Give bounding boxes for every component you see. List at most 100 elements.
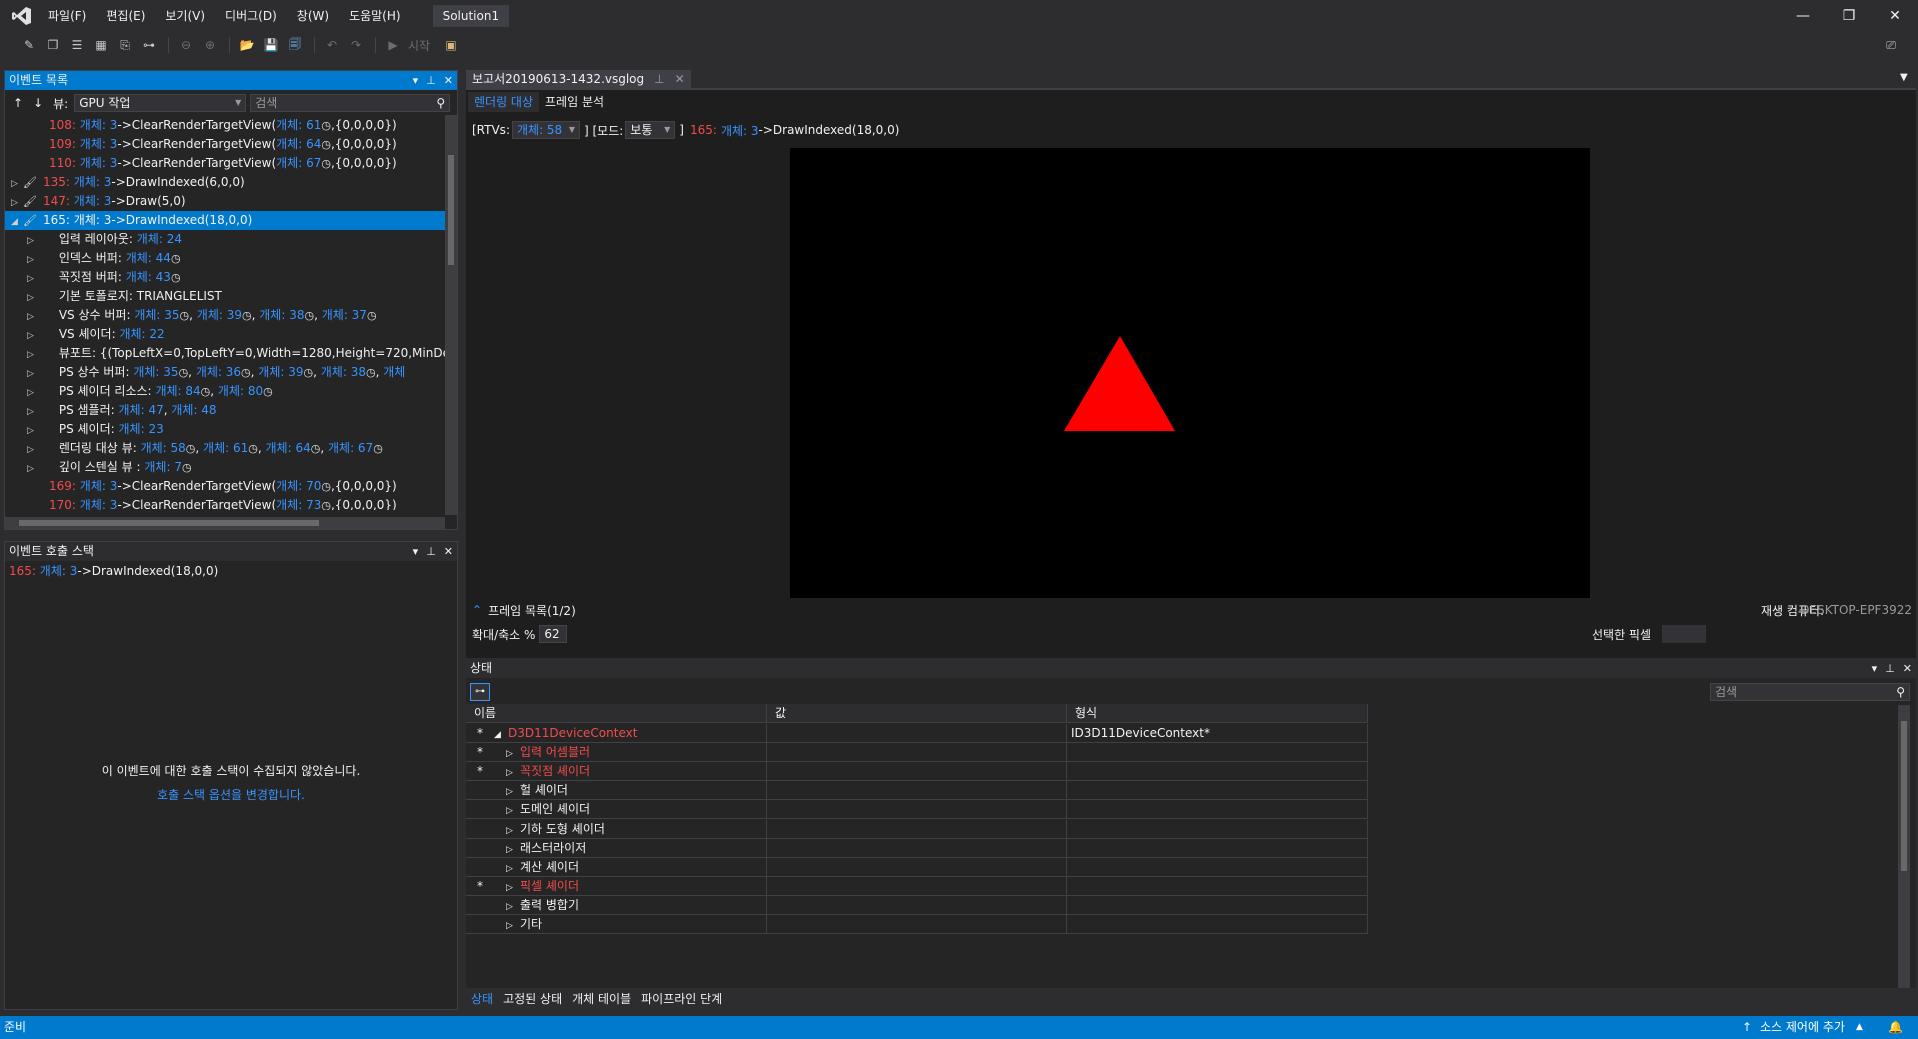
state-row[interactable]: * ▷ 꼭짓점 셰이더	[466, 762, 1368, 782]
pin-icon[interactable]: ⊥	[426, 542, 436, 561]
pin-icon[interactable]: ⊥	[426, 71, 436, 90]
object-link[interactable]: 개체: 35	[134, 308, 179, 322]
undo-icon[interactable]: ↶	[321, 34, 343, 56]
pin-icon[interactable]: ⊥	[654, 70, 664, 88]
object-link[interactable]: 개체: 3	[80, 498, 118, 510]
menu-help[interactable]: 도움말(H)	[339, 0, 411, 32]
event-child-row[interactable]: ▷ PS 샘플러: 개체: 47, 개체: 48	[5, 401, 445, 420]
event-row[interactable]: 110: 개체: 3->ClearRenderTargetView(개체: 67…	[5, 154, 445, 173]
object-link[interactable]: 개체: 84	[155, 384, 200, 398]
dropdown-icon[interactable]: ▾	[413, 71, 419, 90]
history-clock-icon[interactable]: ◷	[180, 309, 190, 322]
menu-file[interactable]: 파일(F)	[38, 0, 96, 32]
expand-arrow-icon[interactable]: ▷	[27, 422, 39, 439]
history-clock-icon[interactable]: ◷	[171, 271, 181, 284]
object-link[interactable]: 개체: 7	[144, 460, 182, 474]
object-link[interactable]: 개체: 39	[258, 365, 303, 379]
expand-arrow-icon[interactable]: ▷	[11, 175, 23, 192]
event-list-horizontal-scrollbar[interactable]	[5, 517, 445, 529]
state-row[interactable]: ▷ 기하 도형 셰이더	[466, 819, 1368, 839]
visual-studio-logo-icon[interactable]	[6, 0, 38, 32]
menu-window[interactable]: 창(W)	[287, 0, 339, 32]
object-link[interactable]: 개체: 47	[119, 403, 164, 417]
object-link[interactable]: 개체: 23	[119, 422, 164, 436]
history-clock-icon[interactable]: ◷	[304, 309, 314, 322]
forward-icon[interactable]: ⊕	[199, 34, 221, 56]
feedback-icon[interactable]: ⎚	[1880, 34, 1902, 56]
scrollbar-thumb[interactable]	[448, 155, 454, 265]
notification-bell-icon[interactable]: 🔔	[1888, 1016, 1903, 1039]
rtv-combo[interactable]: 개체: 58 ▼	[511, 121, 580, 139]
expand-arrow-icon[interactable]: ▷	[506, 841, 520, 858]
event-row[interactable]: 169: 개체: 3->ClearRenderTargetView(개체: 70…	[5, 477, 445, 496]
restore-button[interactable]: ❐	[1826, 0, 1872, 32]
history-clock-icon[interactable]: ◷	[321, 499, 331, 510]
event-child-row[interactable]: ▷ PS 셰이더: 개체: 23	[5, 420, 445, 439]
object-link[interactable]: 개체: 24	[137, 232, 182, 246]
history-clock-icon[interactable]: ◷	[321, 157, 331, 170]
event-child-row[interactable]: ▷ 기본 토폴로지: TRIANGLELIST	[5, 287, 445, 306]
object-link[interactable]: 개체: 58	[141, 441, 186, 455]
object-link[interactable]: 개체: 67	[328, 441, 373, 455]
tab-render-target[interactable]: 렌더링 대상	[468, 92, 540, 112]
tab-pinned-state[interactable]: 고정된 상태	[498, 988, 567, 1010]
state-row[interactable]: ▷ 기타	[466, 915, 1368, 934]
object-link[interactable]: 개체: 39	[197, 308, 242, 322]
mode-combo[interactable]: 보통 ▼	[625, 121, 676, 139]
table-view-icon[interactable]: ▦	[90, 34, 112, 56]
collapse-arrow-icon[interactable]: ◢	[494, 726, 508, 743]
object-link[interactable]: 개체: 80	[218, 384, 263, 398]
expand-arrow-icon[interactable]: ▷	[27, 289, 39, 306]
expand-arrow-icon[interactable]: ▷	[27, 403, 39, 420]
history-clock-icon[interactable]: ◷	[321, 138, 331, 151]
scrollbar-thumb[interactable]	[19, 520, 319, 526]
history-clock-icon[interactable]: ◷	[179, 366, 189, 379]
object-link[interactable]: 개체: 3	[74, 213, 112, 227]
event-child-row[interactable]: ▷ 입력 레이아웃: 개체: 24	[5, 230, 445, 249]
expand-arrow-icon[interactable]: ▷	[27, 251, 39, 268]
event-child-row[interactable]: ▷ VS 상수 버퍼: 개체: 35◷, 개체: 39◷, 개체: 38◷, 개…	[5, 306, 445, 325]
object-link[interactable]: 개체: 22	[119, 327, 164, 341]
start-icon[interactable]: ▶	[382, 34, 404, 56]
object-link[interactable]: 개체: 61	[276, 118, 321, 132]
history-clock-icon[interactable]: ◷	[182, 461, 192, 474]
frame-list-label[interactable]: 프레임 목록(1/2)	[488, 602, 576, 619]
history-clock-icon[interactable]: ◷	[367, 309, 377, 322]
object-link[interactable]: 개체: 3	[40, 564, 78, 578]
tab-pipeline-stages[interactable]: 파이프라인 단계	[636, 988, 727, 1010]
document-tab[interactable]: 보고서20190613-1432.vsglog ⊥ ✕	[466, 70, 691, 88]
call-stack-options-link[interactable]: 호출 스택 옵션을 변경합니다.	[5, 786, 457, 803]
event-child-row[interactable]: ▷ PS 셰이더 리소스: 개체: 84◷, 개체: 80◷	[5, 382, 445, 401]
history-clock-icon[interactable]: ◷	[304, 366, 314, 379]
state-row[interactable]: ▷ 출력 병합기	[466, 895, 1368, 915]
object-link[interactable]: 개체: 35	[133, 365, 178, 379]
object-link[interactable]: 개체: 70	[276, 479, 321, 493]
event-child-row[interactable]: ▷ PS 상수 버퍼: 개체: 35◷, 개체: 36◷, 개체: 39◷, 개…	[5, 363, 445, 382]
history-clock-icon[interactable]: ◷	[242, 309, 252, 322]
state-row[interactable]: ▷ 도메인 셰이더	[466, 800, 1368, 820]
event-child-row[interactable]: ▷ 인덱스 버퍼: 개체: 44◷	[5, 249, 445, 268]
object-link[interactable]: 개체: 48	[171, 403, 216, 417]
object-link[interactable]: 개체: 3	[74, 194, 112, 208]
state-row[interactable]: * ◢ D3D11DeviceContext ID3D11DeviceContext*	[466, 724, 1368, 743]
expand-arrow-icon[interactable]: ▷	[506, 764, 520, 781]
expand-arrow-icon[interactable]: ▷	[27, 270, 39, 287]
column-header-type[interactable]: 형식	[1067, 704, 1368, 723]
arrow-up-icon[interactable]: ↑	[1742, 1016, 1752, 1039]
state-search-input[interactable]: 검색 ⚲	[1710, 683, 1910, 701]
object-link[interactable]: 개체: 44	[126, 251, 171, 265]
history-clock-icon[interactable]: ◷	[263, 385, 273, 398]
object-link[interactable]: 개체: 3	[80, 156, 118, 170]
call-stack-current-event[interactable]: 165: 개체: 3->DrawIndexed(18,0,0)	[5, 562, 457, 581]
object-link[interactable]: 개체: 37	[322, 308, 367, 322]
chevron-up-icon[interactable]: ⌃	[472, 603, 482, 617]
object-link[interactable]: 개체	[383, 365, 405, 379]
history-clock-icon[interactable]: ◷	[321, 480, 331, 493]
search-icon[interactable]: ⚲	[436, 95, 445, 111]
menu-debug[interactable]: 디버그(D)	[215, 0, 287, 32]
expand-arrow-icon[interactable]: ▷	[27, 384, 39, 401]
history-clock-icon[interactable]: ◷	[241, 366, 251, 379]
state-row[interactable]: ▷ 헐 셰이더	[466, 781, 1368, 801]
pin-icon[interactable]: ⊥	[1885, 659, 1895, 678]
expand-arrow-icon[interactable]: ▷	[506, 898, 520, 915]
